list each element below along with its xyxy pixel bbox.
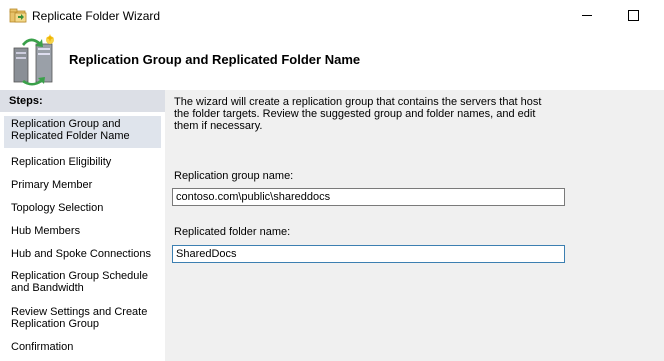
maximize-button[interactable] bbox=[616, 3, 650, 25]
step-topology-selection[interactable]: Topology Selection bbox=[4, 200, 161, 216]
steps-header: Steps: bbox=[0, 90, 165, 112]
intro-text: The wizard will create a replication gro… bbox=[174, 96, 542, 132]
folder-wizard-icon bbox=[9, 8, 27, 23]
wizard-content: The wizard will create a replication gro… bbox=[165, 90, 664, 361]
window-title: Replicate Folder Wizard bbox=[32, 9, 161, 23]
step-replication-group-name[interactable]: Replication Group and Replicated Folder … bbox=[4, 116, 161, 148]
step-schedule-and-bandwidth[interactable]: Replication Group Schedule and Bandwidth bbox=[4, 268, 154, 296]
group-name-label: Replication group name: bbox=[174, 170, 294, 182]
minimize-icon bbox=[582, 14, 592, 16]
replication-server-icon bbox=[13, 34, 54, 86]
maximize-icon bbox=[627, 9, 639, 21]
group-name-input[interactable] bbox=[172, 188, 565, 206]
step-hub-members[interactable]: Hub Members bbox=[4, 223, 161, 239]
steps-heading: Steps: bbox=[9, 95, 43, 107]
page-title: Replication Group and Replicated Folder … bbox=[69, 52, 361, 67]
step-confirmation[interactable]: Confirmation bbox=[4, 339, 161, 355]
step-hub-and-spoke-connections[interactable]: Hub and Spoke Connections bbox=[4, 246, 161, 262]
step-replication-eligibility[interactable]: Replication Eligibility bbox=[4, 154, 161, 170]
minimize-button[interactable] bbox=[570, 3, 604, 25]
title-bar: Replicate Folder Wizard bbox=[0, 0, 664, 30]
steps-panel: Steps: Replication Group and Replicated … bbox=[0, 90, 165, 361]
folder-name-input[interactable] bbox=[172, 245, 565, 263]
step-review-settings[interactable]: Review Settings and Create Replication G… bbox=[4, 304, 154, 332]
folder-name-label: Replicated folder name: bbox=[174, 226, 291, 238]
wizard-header: Replication Group and Replicated Folder … bbox=[0, 30, 664, 90]
step-primary-member[interactable]: Primary Member bbox=[4, 177, 161, 193]
